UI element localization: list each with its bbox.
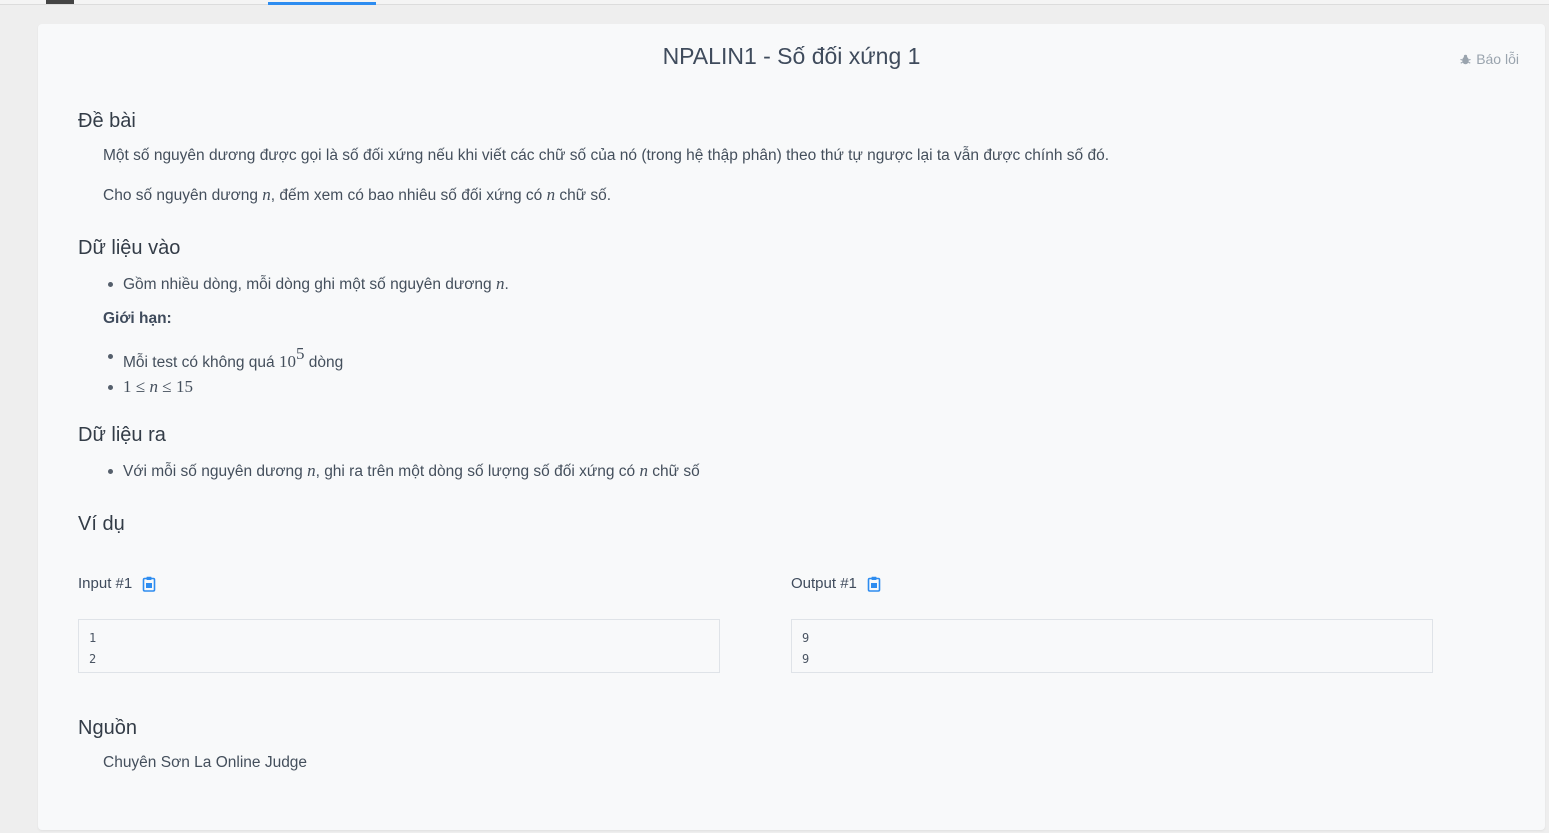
input-bullet-text-b: . [504, 276, 509, 293]
statement-para-2-text-c: chữ số. [555, 187, 612, 204]
example-output-box[interactable]: 9 9 [791, 619, 1433, 673]
math-var-n: n [546, 185, 556, 204]
math-exponent: 5 [295, 344, 305, 363]
output-bullet-text-a: Với mỗi số nguyên dương [123, 463, 308, 480]
limits-list: Mỗi test có không quá 105 dòng 1 ≤ n ≤ 1… [107, 344, 344, 400]
math-var-n: n [149, 377, 158, 397]
output-label-text: Output #1 [791, 575, 857, 592]
output-bullets: Với mỗi số nguyên dương n, ghi ra trên m… [108, 459, 700, 484]
math-var-n: n [262, 185, 271, 204]
list-item: Gồm nhiều dòng, mỗi dòng ghi một số nguy… [108, 272, 509, 297]
input-label-text: Input #1 [78, 575, 133, 592]
statement-para-2: Cho số nguyên dương n, đếm xem có bao nh… [103, 185, 611, 205]
example-input-box[interactable]: 1 2 [78, 619, 720, 673]
math-var-n: n [307, 461, 316, 480]
top-nav-bar [0, 0, 1549, 5]
statement-para-1: Một số nguyên dương được gọi là số đối x… [103, 147, 1110, 164]
limits-label: Giới hạn: [103, 310, 172, 327]
example-input-label: Input #1 [78, 575, 156, 592]
examples-heading: Ví dụ [78, 513, 125, 535]
list-item: Mỗi test có không quá 105 dòng [107, 344, 344, 375]
report-bug-label: Báo lỗi [1476, 51, 1519, 67]
math-upper-bound: 15 [175, 377, 193, 397]
problem-card: NPALIN1 - Số đối xứng 1 Báo lỗi Đề bài M… [38, 24, 1545, 830]
input-bullet-text-a: Gồm nhiều dòng, mỗi dòng ghi một số nguy… [123, 276, 496, 293]
math-le-symbol: ≤ [162, 377, 172, 397]
list-item: Với mỗi số nguyên dương n, ghi ra trên m… [108, 459, 700, 484]
source-text: Chuyên Sơn La Online Judge [103, 754, 308, 771]
report-bug-button[interactable]: Báo lỗi [1460, 51, 1519, 67]
statement-heading: Đề bài [78, 110, 136, 132]
example-output-label: Output #1 [791, 575, 881, 592]
clipboard-icon[interactable] [867, 576, 881, 592]
limit-1-text-a: Mỗi test có không quá [123, 354, 279, 372]
input-bullets: Gồm nhiều dòng, mỗi dòng ghi một số nguy… [108, 272, 509, 297]
list-item: 1 ≤ n ≤ 15 [107, 375, 343, 400]
output-bullet-text-c: chữ số [647, 463, 700, 480]
math-base: 10 [278, 352, 296, 372]
math-lower-bound: 1 [123, 377, 132, 397]
source-heading: Nguồn [78, 717, 137, 739]
clipboard-icon[interactable] [142, 576, 156, 592]
output-heading: Dữ liệu ra [78, 424, 166, 446]
input-heading: Dữ liệu vào [78, 237, 181, 259]
statement-para-2-text-a: Cho số nguyên dương [103, 187, 263, 204]
output-bullet-text-b: , ghi ra trên một dòng số lượng số đối x… [315, 463, 640, 480]
limit-1-text-b: dòng [304, 354, 344, 372]
math-var-n: n [639, 461, 648, 480]
site-logo[interactable] [46, 0, 74, 4]
problem-title: NPALIN1 - Số đối xứng 1 [662, 43, 921, 69]
statement-para-2-text-b: , đếm xem có bao nhiêu số đối xứng có [270, 187, 547, 204]
bug-icon [1460, 54, 1471, 64]
math-le-symbol: ≤ [135, 377, 146, 397]
active-tab-indicator [268, 2, 376, 5]
